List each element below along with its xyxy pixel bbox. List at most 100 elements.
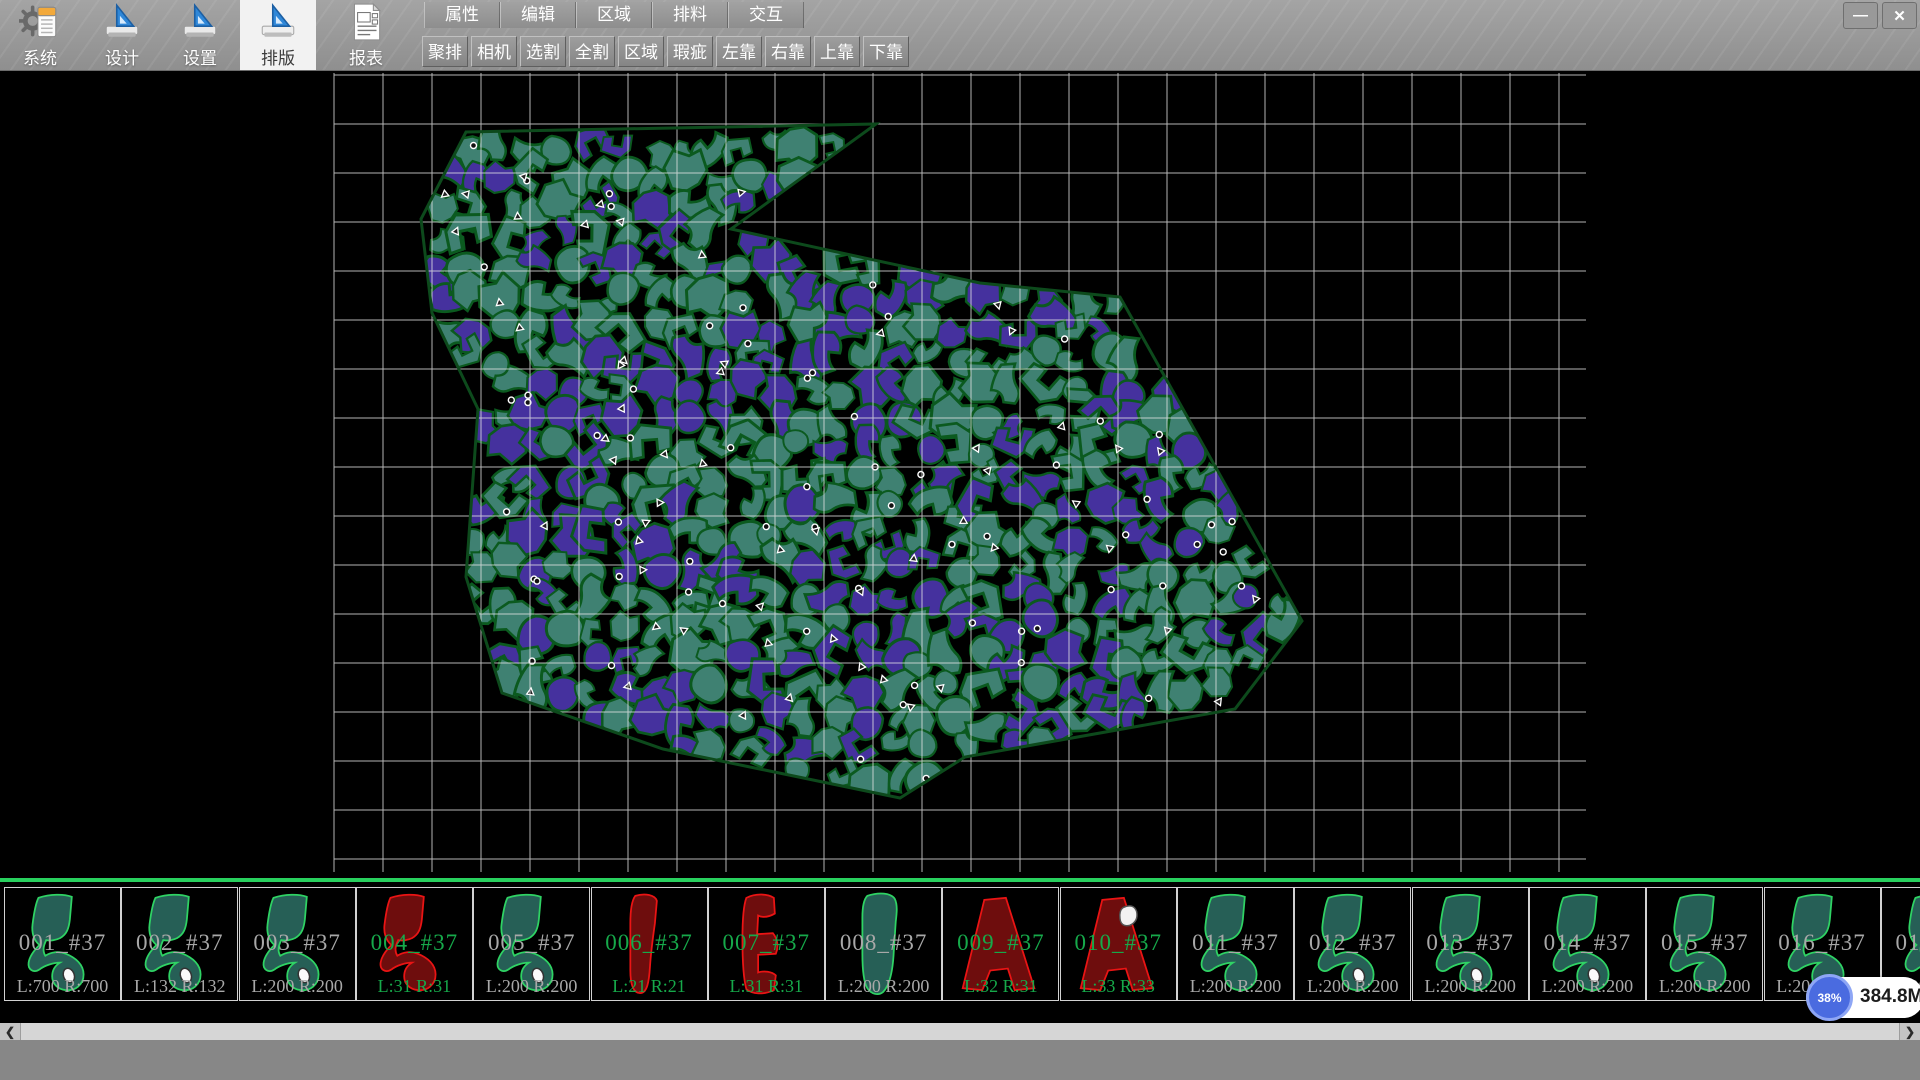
piece-marker	[534, 578, 540, 584]
piece-marker	[912, 682, 918, 688]
part-lr-count: L:200 R:200	[1647, 976, 1762, 997]
piece-marker	[1160, 583, 1166, 589]
nested-piece[interactable]	[1036, 403, 1067, 426]
piece-marker	[740, 305, 746, 311]
ribbon-button-report[interactable]: 报表	[328, 0, 404, 70]
toolbar: 系统 设计 设置	[0, 0, 1920, 71]
part-name: 002_#37	[122, 930, 237, 956]
piece-marker	[900, 702, 906, 708]
part-thumbnail[interactable]: 004_#37L:31 R:31	[356, 887, 473, 1001]
nested-piece[interactable]	[545, 676, 580, 713]
piece-marker	[804, 628, 810, 634]
nested-piece[interactable]	[827, 543, 861, 581]
part-thumbnail[interactable]: 012_#37L:200 R:200	[1294, 887, 1411, 1001]
part-name: 007_#37	[709, 930, 824, 956]
tool-select-cut[interactable]: 选割	[520, 36, 566, 67]
ribbon-button-label: 系统	[23, 44, 57, 69]
close-button[interactable]: ✕	[1882, 2, 1917, 29]
part-lr-count: L:132 R:132	[122, 976, 237, 997]
horizontal-scrollbar[interactable]: ❮ ❯	[0, 1023, 1920, 1040]
scroll-left-button[interactable]: ❮	[0, 1023, 21, 1040]
tab-properties[interactable]: 属性	[424, 2, 500, 28]
nested-piece[interactable]	[663, 148, 709, 192]
tool-align-bottom[interactable]: 下靠	[863, 36, 909, 67]
part-name: 004_#37	[357, 930, 472, 956]
part-name: 015_#37	[1647, 930, 1762, 956]
part-thumbnail[interactable]: 008_#37L:200 R:200	[825, 887, 942, 1001]
nested-piece[interactable]	[738, 485, 767, 521]
tab-region[interactable]: 区域	[576, 2, 652, 28]
part-name: 011_#37	[1178, 930, 1293, 956]
nested-piece[interactable]	[607, 609, 643, 644]
ribbon-button-settings[interactable]: 设置	[162, 0, 238, 70]
tool-camera[interactable]: 相机	[471, 36, 517, 67]
piece-marker	[1108, 587, 1114, 593]
piece-marker	[1123, 532, 1129, 538]
minimize-button[interactable]: —	[1843, 2, 1878, 29]
piece-marker	[888, 503, 894, 509]
tool-region[interactable]: 区域	[618, 36, 664, 67]
ribbon-button-label: 报表	[349, 44, 383, 69]
ribbon-button-nesting[interactable]: 排版	[240, 0, 316, 70]
part-thumbnail[interactable]: 005_#37L:200 R:200	[473, 887, 590, 1001]
piece-marker	[707, 323, 713, 329]
memory-usage-label: 384.8M	[1860, 986, 1920, 1008]
tool-defect[interactable]: 瑕疵	[667, 36, 713, 67]
piece-marker	[1194, 541, 1200, 547]
part-thumbnail[interactable]: 014_#37L:200 R:200	[1529, 887, 1646, 1001]
part-thumbnail[interactable]: 013_#37L:200 R:200	[1412, 887, 1529, 1001]
part-thumbnail[interactable]: 001_#37L:700 R:700	[4, 887, 121, 1001]
tab-nest[interactable]: 排料	[652, 2, 728, 28]
nested-piece[interactable]	[819, 133, 844, 162]
ribbon-button-label: 排版	[261, 44, 295, 69]
nested-piece[interactable]	[877, 588, 909, 611]
piece-marker	[1209, 522, 1215, 528]
tab-edit[interactable]: 编辑	[500, 2, 576, 28]
tool-align-left[interactable]: 左靠	[716, 36, 762, 67]
scroll-right-button[interactable]: ❯	[1899, 1023, 1920, 1040]
nested-piece[interactable]	[775, 155, 820, 202]
tool-align-top[interactable]: 上靠	[814, 36, 860, 67]
system-gear-icon	[19, 2, 61, 42]
part-thumbnail[interactable]: 002_#37 L:132 R:132	[121, 887, 238, 1001]
nested-piece[interactable]	[999, 274, 1030, 306]
piece-marker	[949, 541, 955, 547]
piece-marker	[1220, 549, 1226, 555]
part-name: 008_#37	[826, 930, 941, 956]
part-thumbnail[interactable]: 007_#37L:31 R:31	[708, 887, 825, 1001]
tool-cut-all[interactable]: 全割	[569, 36, 615, 67]
piece-marker	[984, 533, 990, 539]
piece-marker	[686, 589, 692, 595]
piece-marker	[885, 314, 891, 320]
ribbon-button-system[interactable]: 系统	[2, 0, 78, 70]
nesting-canvas[interactable]	[0, 70, 1920, 878]
part-thumbnail[interactable]: 009_#37L:32 R:31	[942, 887, 1059, 1001]
tab-interact[interactable]: 交互	[728, 2, 804, 28]
part-name: 014_#37	[1530, 930, 1645, 956]
part-thumbnail[interactable]: 010_#37L:33 R:33	[1060, 887, 1177, 1001]
nesting-layout-svg	[0, 70, 1920, 878]
tool-align-right[interactable]: 右靠	[765, 36, 811, 67]
piece-marker	[481, 264, 487, 270]
piece-marker	[615, 519, 621, 525]
ribbon-button-design[interactable]: 设计	[84, 0, 160, 70]
part-name: 009_#37	[943, 930, 1058, 956]
piece-marker	[1146, 695, 1152, 701]
nested-piece[interactable]	[707, 347, 732, 382]
piece-marker	[616, 574, 622, 580]
part-thumbnail[interactable]: 003_#37L:200 R:200	[239, 887, 356, 1001]
part-thumbnail[interactable]: 006_#37L:21 R:21	[591, 887, 708, 1001]
part-name: 005_#37	[474, 930, 589, 956]
tool-cluster-nest[interactable]: 聚排	[422, 36, 468, 67]
ribbon-button-label: 设计	[105, 44, 139, 69]
part-name: 010_#37	[1061, 930, 1176, 956]
nested-piece[interactable]	[446, 214, 492, 253]
part-thumbnail[interactable]: 011_#37L:200 R:200	[1177, 887, 1294, 1001]
nested-piece[interactable]	[1085, 524, 1120, 555]
piece-marker	[630, 386, 636, 392]
nested-piece[interactable]	[1139, 530, 1174, 564]
piece-marker	[1229, 519, 1235, 525]
piece-marker	[1239, 583, 1245, 589]
status-bar	[0, 1040, 1920, 1080]
part-thumbnail[interactable]: 015_#37 L:200 R:200	[1646, 887, 1763, 1001]
